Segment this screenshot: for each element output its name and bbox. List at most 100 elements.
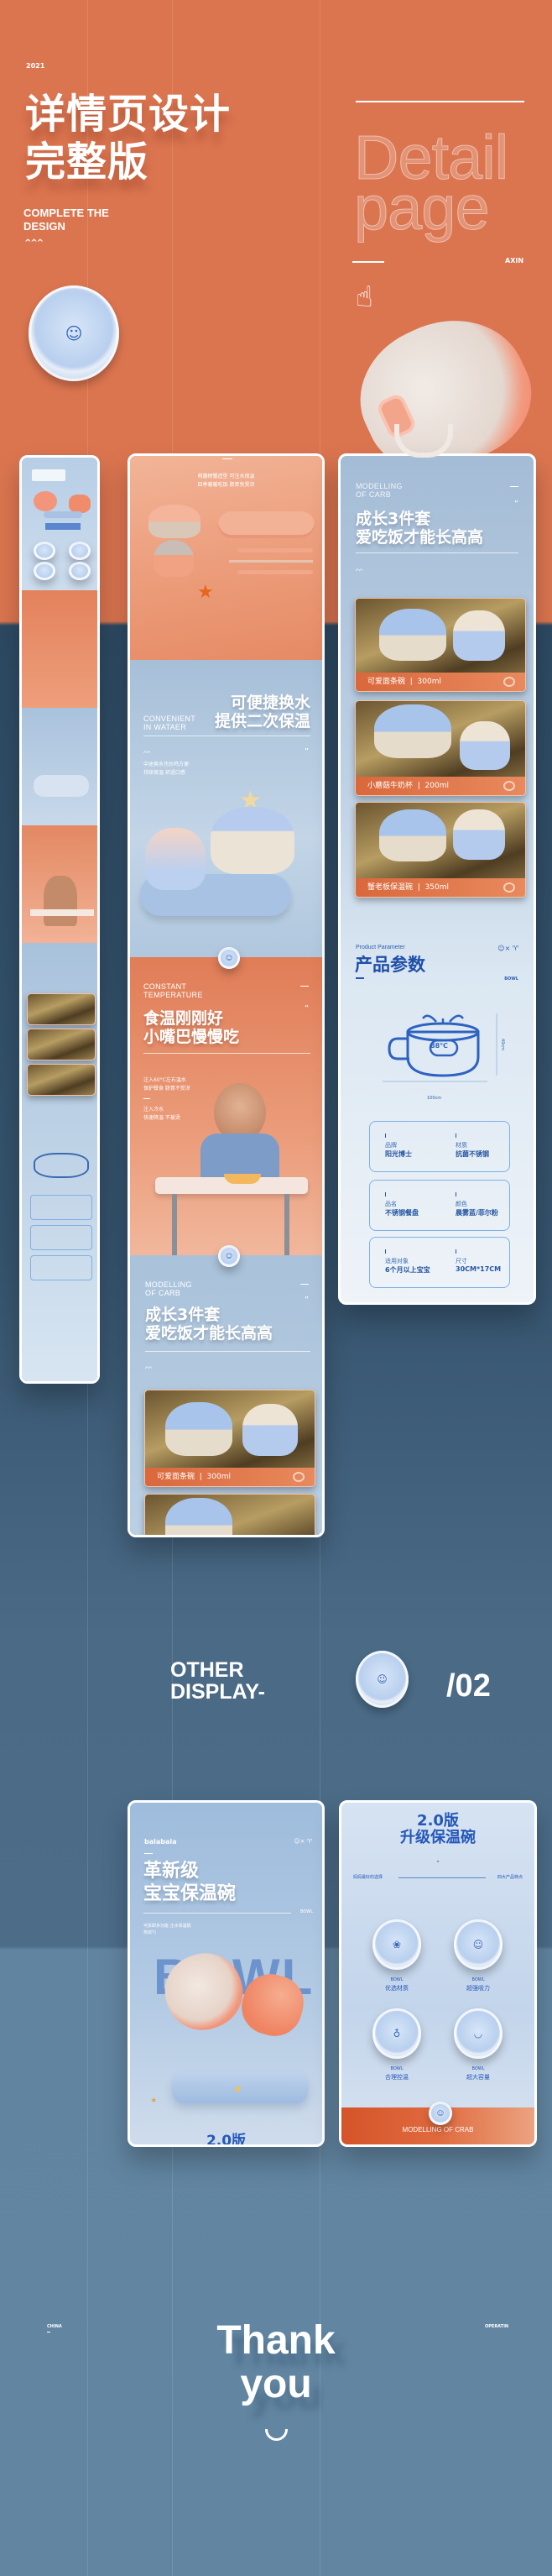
- bowl-image: [165, 1498, 232, 1535]
- baby-face-icon: ☺: [472, 1939, 484, 1950]
- temperature-desc2-line2: 快速降温 不被烫: [143, 1115, 180, 1121]
- section-connector-button[interactable]: ☺: [429, 2102, 452, 2125]
- product-card-label: 小蘑菇牛奶杯 | 200ml: [356, 777, 525, 795]
- mini-disc: [34, 542, 55, 560]
- mini-baby: [44, 876, 77, 926]
- spec-key: 材质: [456, 1142, 467, 1149]
- feature-circle[interactable]: ☺: [454, 1919, 503, 1970]
- feature-circle[interactable]: ♁: [372, 2008, 421, 2059]
- spec-key: 适用对象: [385, 1258, 409, 1264]
- card-a-desc: 可拆卸多功能 注水保温隔 热双勺: [143, 1923, 191, 1936]
- baby-face-icon: ☺: [65, 323, 83, 343]
- card-a-desc-line1: 可拆卸多功能 注水保温隔: [143, 1924, 191, 1929]
- spec-key: 品名: [385, 1201, 397, 1207]
- card-a-title-line2: 宝宝保温碗: [143, 1883, 237, 1904]
- bowl-label: BOWL: [504, 976, 518, 982]
- divider: [510, 486, 518, 487]
- temperature-desc1-line2: 保护餐食 肠胃不受凉: [143, 1086, 190, 1092]
- quote-mark: ”: [304, 1296, 309, 1305]
- temperature-desc1: 注入60°C左右温水 保护餐食 肠胃不受凉: [143, 1076, 190, 1093]
- bowl-image: [148, 505, 200, 538]
- temperature-en: CONSTANT TEMPERATURE: [143, 982, 203, 999]
- temperature-title-line1: 食温刚刚好: [143, 1009, 224, 1028]
- smile-icon: [265, 2429, 288, 2441]
- product-card[interactable]: 小蘑菇牛奶杯 | 200ml: [355, 700, 526, 796]
- modelling-section: MODELLING OF CARB ” 成长3件套 爱吃饭才能长高高 ᨓ 可爱面…: [130, 1255, 322, 1535]
- hero-title-line1: 详情页设计: [25, 91, 232, 138]
- separator: |: [417, 782, 420, 790]
- product-name: 可爱面条碗: [157, 1473, 195, 1481]
- mini-section: [22, 825, 97, 943]
- modelling-title-line1: 成长3件套: [356, 510, 431, 528]
- tray-image: [218, 511, 315, 538]
- modelling-en: MODELLING OF CARB: [356, 482, 403, 499]
- card-b-title-line1: 2.0版: [417, 1812, 459, 1830]
- param-en: Product Parameter: [356, 945, 405, 950]
- modelling-title-line2: 爱吃饭才能长高高: [145, 1324, 273, 1343]
- lid-knob: [422, 1014, 464, 1024]
- water-title: 可便捷换水 提供二次保温: [215, 694, 310, 730]
- feature-circle[interactable]: ❀: [372, 1919, 421, 1970]
- width-label: 100cm: [427, 1096, 442, 1101]
- feature-label: 超强吸力: [466, 1985, 490, 1992]
- baby-face-icon: ☺: [225, 1252, 233, 1260]
- feature-label: 优选材质: [385, 1985, 409, 1992]
- product-card[interactable]: 可爱面条碗 | 300ml: [355, 598, 526, 692]
- mini-heading: [45, 523, 81, 530]
- baby-face-icon: ☺: [377, 1673, 388, 1685]
- bowl-lid-image: ☺: [356, 1651, 409, 1708]
- mini-spec: [30, 1225, 92, 1250]
- baby-face-icon: ☺: [436, 2109, 445, 2118]
- detail-page-preview-2[interactable]: 萌趣螃蟹造型 可注水保温 四季暖暖吃饭 肠胃免受凉 ★ 可便捷换水 提供二次保温…: [128, 453, 325, 1537]
- starfish-icon: ✶: [150, 2097, 158, 2106]
- separator: |: [199, 1473, 202, 1481]
- circles-icon: ❀: [392, 1939, 402, 1950]
- divider: [356, 552, 518, 553]
- product-card[interactable]: [144, 1494, 315, 1535]
- brand-mark: ☺× ♈: [497, 945, 518, 952]
- modelling-en-line2: OF CARB: [145, 1289, 181, 1297]
- feature-circle[interactable]: ◡: [454, 2008, 503, 2059]
- divider: [300, 986, 309, 987]
- bowl-icon: ◡: [473, 2028, 483, 2039]
- display-card-b[interactable]: 2.0版 升级保温碗 ” 妈妈最好的选择 四大产品特点 ❀ BOWL 优选材质 …: [339, 1800, 537, 2147]
- temperature-display: 88℃: [430, 1042, 448, 1050]
- spec-box: 适用对象 6个月以上宝宝 尺寸 30CM*17CM: [369, 1237, 510, 1288]
- hero-subtitle-line1: COMPLETE THE: [23, 207, 109, 219]
- chair-leg: [284, 1194, 289, 1255]
- product-volume: 300ml: [206, 1473, 231, 1481]
- year-label: 2021: [26, 62, 45, 70]
- food-bowl-image: [224, 1174, 261, 1184]
- section-connector-button[interactable]: ☺: [218, 947, 240, 969]
- modelling-title: 成长3件套 爱吃饭才能长高高: [356, 510, 483, 547]
- separator: |: [409, 678, 413, 686]
- modelling-title-line1: 成长3件套: [145, 1306, 221, 1324]
- bowl-lid-image: ☺: [29, 285, 119, 381]
- display-card-a[interactable]: balabala ☺× ♈ 革新级 宝宝保温碗 BOWL 可拆卸多功能 注水保温…: [128, 1800, 325, 2147]
- section-connector-button[interactable]: ☺: [218, 1245, 240, 1267]
- intro-line2: 四季暖暖吃饭 肠胃免受凉: [197, 482, 255, 488]
- param-title: 产品参数: [355, 955, 425, 975]
- detail-page-preview-3[interactable]: MODELLING OF CARB ” 成长3件套 爱吃饭才能长高高 ᨓ 可爱面…: [338, 453, 536, 1305]
- temperature-en-line1: CONSTANT: [143, 982, 187, 991]
- quote-mark: ”: [436, 1860, 440, 1867]
- product-volume: 200ml: [424, 782, 449, 790]
- mini-disc: [69, 542, 91, 560]
- spec-value: 抗菌不锈钢: [456, 1150, 489, 1158]
- other-display-title: OTHER DISPLAY-: [170, 1659, 265, 1703]
- cup-image: [453, 610, 505, 661]
- spec-box: 品名 不锈钢餐盘 颜色 晨雾蓝/菲尔粉: [369, 1180, 510, 1231]
- mini-disc: [34, 562, 55, 580]
- product-card[interactable]: 可爱面条碗 | 300ml: [144, 1390, 315, 1487]
- star-icon: ★: [233, 2083, 242, 2095]
- card-b-title: 2.0版 升级保温碗: [341, 1813, 534, 1846]
- product-card[interactable]: 蟹老板保温碗 | 350ml: [355, 802, 526, 898]
- card-a-title-line1: 革新级: [143, 1861, 200, 1882]
- hero-subtitle-line2: DESIGN: [23, 220, 65, 233]
- hero-title-line2: 完整版: [25, 139, 149, 186]
- mini-page-preview[interactable]: [19, 455, 100, 1384]
- other-display-line1: OTHER: [170, 1658, 244, 1682]
- thank-you-line1: Thank: [216, 2318, 336, 2363]
- temperature-section: CONSTANT TEMPERATURE ” 食温刚刚好 小嘴巴慢慢吃 注入60…: [130, 957, 322, 1255]
- temperature-desc1-line1: 注入60°C左右温水: [143, 1077, 186, 1083]
